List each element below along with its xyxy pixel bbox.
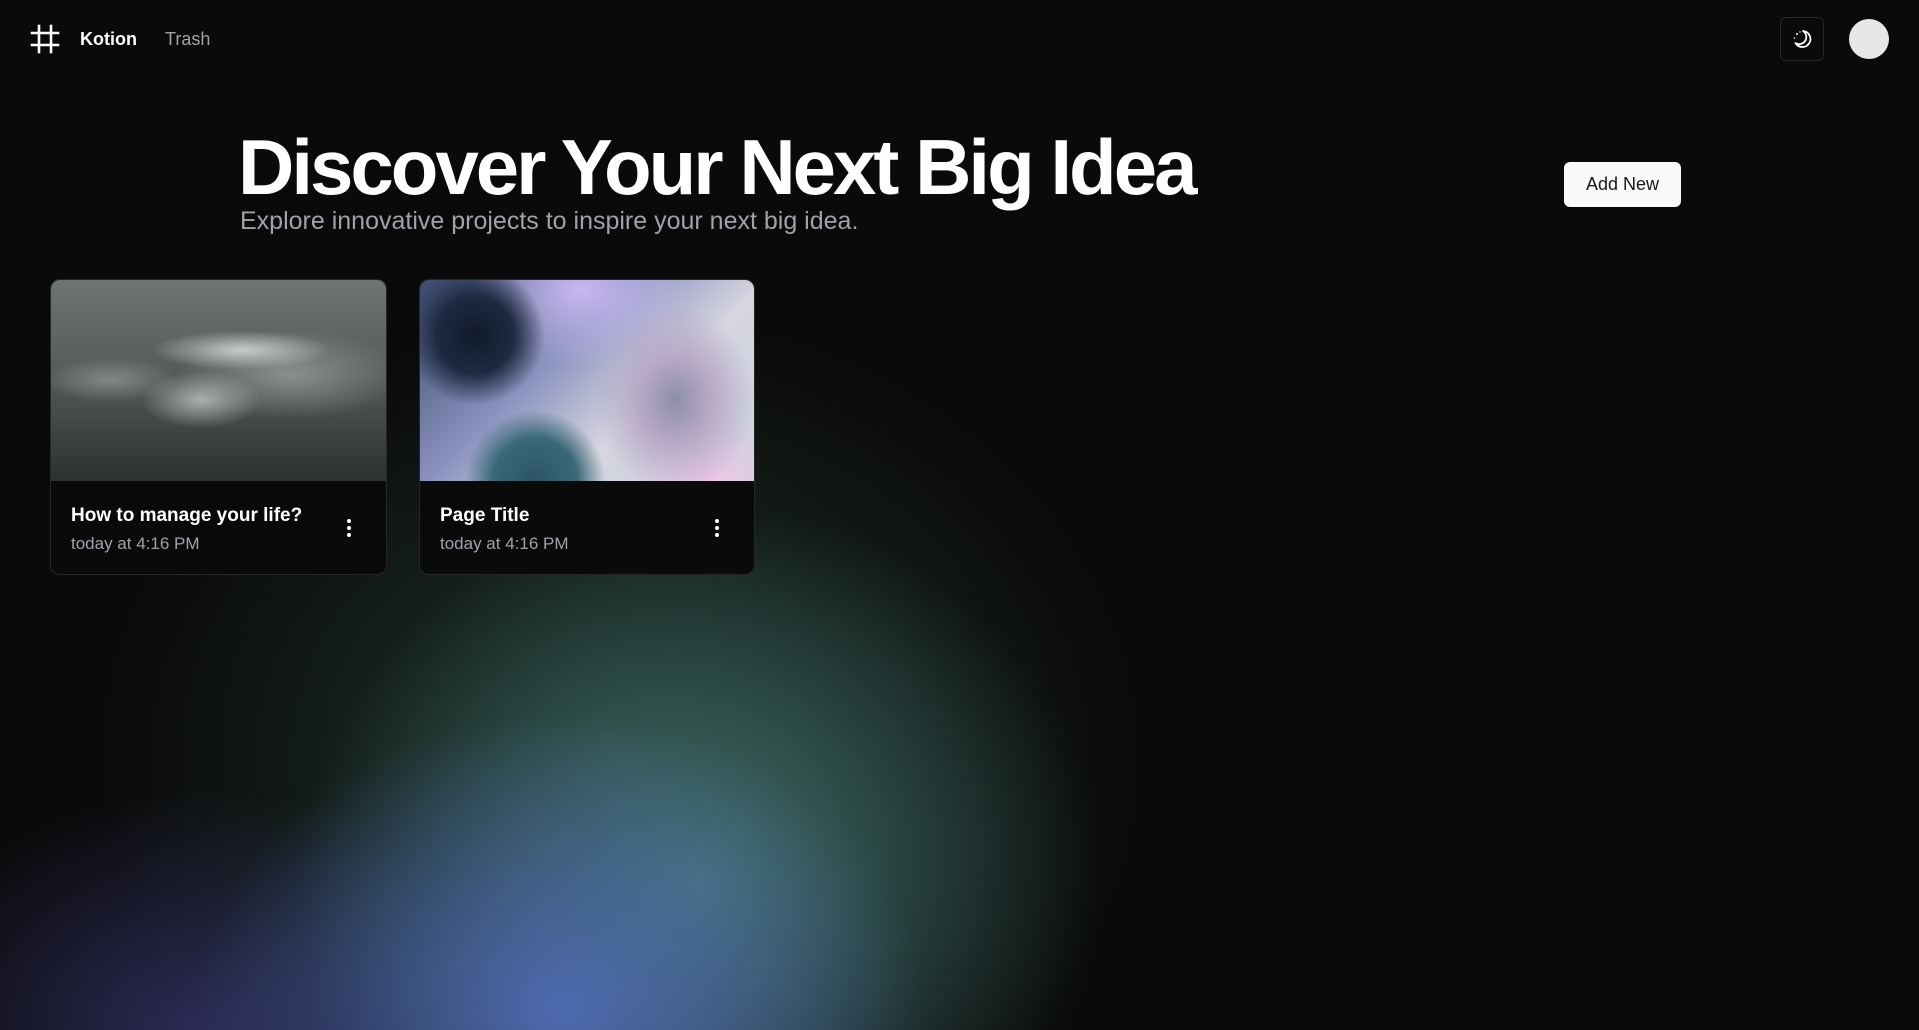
card-body: Page Title today at 4:16 PM xyxy=(420,481,754,574)
moon-stars-icon xyxy=(1793,30,1812,48)
user-avatar[interactable] xyxy=(1849,19,1889,59)
more-vertical-icon[interactable] xyxy=(342,513,356,543)
page-subtitle: Explore innovative projects to inspire y… xyxy=(240,207,859,235)
card-date: today at 4:16 PM xyxy=(71,534,200,553)
card-cover-image xyxy=(51,280,386,481)
card-body: How to manage your life? today at 4:16 P… xyxy=(51,481,386,574)
theme-toggle-button[interactable] xyxy=(1780,17,1824,61)
card-title: Page Title xyxy=(440,505,530,526)
document-card[interactable]: How to manage your life? today at 4:16 P… xyxy=(50,279,387,575)
add-new-button[interactable]: Add New xyxy=(1564,162,1681,207)
navbar: Kotion Trash xyxy=(0,0,1919,78)
more-vertical-icon[interactable] xyxy=(710,513,724,543)
card-cover-image xyxy=(420,280,754,481)
nav-link-trash[interactable]: Trash xyxy=(165,29,210,50)
hash-icon[interactable] xyxy=(30,24,60,54)
card-date: today at 4:16 PM xyxy=(440,534,569,553)
card-title: How to manage your life? xyxy=(71,505,303,526)
document-card[interactable]: Page Title today at 4:16 PM xyxy=(419,279,755,575)
page-title: Discover Your Next Big Idea xyxy=(238,123,1197,211)
brand-name[interactable]: Kotion xyxy=(80,29,137,50)
